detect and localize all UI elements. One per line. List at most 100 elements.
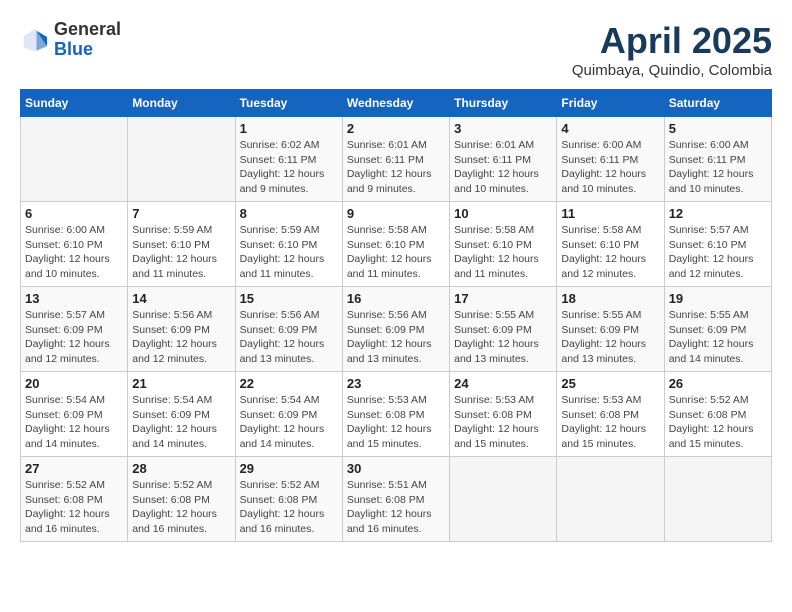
calendar-cell: 23 Sunrise: 5:53 AMSunset: 6:08 PMDayligh… — [342, 372, 449, 457]
calendar-cell — [450, 457, 557, 542]
calendar-cell: 2 Sunrise: 6:01 AMSunset: 6:11 PMDaylight… — [342, 117, 449, 202]
day-info: Sunrise: 5:57 AMSunset: 6:10 PMDaylight:… — [669, 223, 767, 282]
calendar-cell: 27 Sunrise: 5:52 AMSunset: 6:08 PMDayligh… — [21, 457, 128, 542]
calendar-cell: 17 Sunrise: 5:55 AMSunset: 6:09 PMDayligh… — [450, 287, 557, 372]
calendar-cell — [21, 117, 128, 202]
day-number: 22 — [240, 376, 338, 391]
day-info: Sunrise: 5:52 AMSunset: 6:08 PMDaylight:… — [240, 478, 338, 537]
weekday-header: Monday — [128, 90, 235, 117]
page-header: General Blue April 2025 Quimbaya, Quindi… — [20, 20, 772, 79]
day-number: 14 — [132, 291, 230, 306]
day-number: 10 — [454, 206, 552, 221]
calendar-header-row: SundayMondayTuesdayWednesdayThursdayFrid… — [21, 90, 772, 117]
week-row: 27 Sunrise: 5:52 AMSunset: 6:08 PMDayligh… — [21, 457, 772, 542]
day-info: Sunrise: 5:54 AMSunset: 6:09 PMDaylight:… — [240, 393, 338, 452]
day-info: Sunrise: 5:58 AMSunset: 6:10 PMDaylight:… — [561, 223, 659, 282]
calendar-cell — [128, 117, 235, 202]
week-row: 13 Sunrise: 5:57 AMSunset: 6:09 PMDayligh… — [21, 287, 772, 372]
calendar-cell: 20Sunrise: 5:54 AMSunset: 6:09 PMDayligh… — [21, 372, 128, 457]
week-row: 20 Sunrise: 5:54 AMSunset: 6:09 PMDayligh… — [21, 372, 772, 457]
weekday-header: Tuesday — [235, 90, 342, 117]
weekday-header: Thursday — [450, 90, 557, 117]
day-number: 3 — [454, 121, 552, 136]
day-number: 4 — [561, 121, 659, 136]
day-info: Sunrise: 5:58 AMSunset: 6:10 PMDaylight:… — [454, 223, 552, 282]
day-number: 23 — [347, 376, 445, 391]
calendar-cell: 13 Sunrise: 5:57 AMSunset: 6:09 PMDayligh… — [21, 287, 128, 372]
day-number: 17 — [454, 291, 552, 306]
location-subtitle: Quimbaya, Quindio, Colombia — [572, 62, 772, 79]
calendar-cell: 15 Sunrise: 5:56 AMSunset: 6:09 PMDayligh… — [235, 287, 342, 372]
weekday-header: Wednesday — [342, 90, 449, 117]
day-number: 26 — [669, 376, 767, 391]
day-info: Sunrise: 6:01 AMSunset: 6:11 PMDaylight:… — [347, 138, 445, 197]
calendar-cell: 22 Sunrise: 5:54 AMSunset: 6:09 PMDayligh… — [235, 372, 342, 457]
day-number: 27 — [25, 461, 123, 476]
week-row: 1 Sunrise: 6:02 AMSunset: 6:11 PMDaylight… — [21, 117, 772, 202]
day-info: Sunrise: 5:58 AMSunset: 6:10 PMDaylight:… — [347, 223, 445, 282]
day-info: Sunrise: 6:00 AMSunset: 6:11 PMDaylight:… — [561, 138, 659, 197]
day-number: 1 — [240, 121, 338, 136]
calendar-cell: 10 Sunrise: 5:58 AMSunset: 6:10 PMDayligh… — [450, 202, 557, 287]
day-number: 13 — [25, 291, 123, 306]
day-info: Sunrise: 5:59 AMSunset: 6:10 PMDaylight:… — [240, 223, 338, 282]
day-info: Sunrise: 5:55 AMSunset: 6:09 PMDaylight:… — [561, 308, 659, 367]
calendar-cell: 28Sunrise: 5:52 AMSunset: 6:08 PMDayligh… — [128, 457, 235, 542]
month-title: April 2025 — [572, 20, 772, 62]
calendar-cell: 21Sunrise: 5:54 AMSunset: 6:09 PMDayligh… — [128, 372, 235, 457]
day-number: 19 — [669, 291, 767, 306]
day-info: Sunrise: 5:55 AMSunset: 6:09 PMDaylight:… — [454, 308, 552, 367]
day-number: 6 — [25, 206, 123, 221]
day-number: 20 — [25, 376, 123, 391]
day-info: Sunrise: 6:01 AMSunset: 6:11 PMDaylight:… — [454, 138, 552, 197]
calendar-cell: 8 Sunrise: 5:59 AMSunset: 6:10 PMDaylight… — [235, 202, 342, 287]
logo-icon — [20, 25, 50, 55]
day-info: Sunrise: 5:52 AMSunset: 6:08 PMDaylight:… — [25, 478, 123, 537]
calendar-cell: 26 Sunrise: 5:52 AMSunset: 6:08 PMDayligh… — [664, 372, 771, 457]
day-number: 29 — [240, 461, 338, 476]
day-info: Sunrise: 5:59 AMSunset: 6:10 PMDaylight:… — [132, 223, 230, 282]
calendar-cell: 4 Sunrise: 6:00 AMSunset: 6:11 PMDaylight… — [557, 117, 664, 202]
day-number: 9 — [347, 206, 445, 221]
day-number: 8 — [240, 206, 338, 221]
day-number: 15 — [240, 291, 338, 306]
day-info: Sunrise: 5:54 AMSunset: 6:09 PMDaylight:… — [132, 393, 230, 452]
day-info: Sunrise: 6:00 AMSunset: 6:11 PMDaylight:… — [669, 138, 767, 197]
day-number: 7 — [132, 206, 230, 221]
title-area: April 2025 Quimbaya, Quindio, Colombia — [572, 20, 772, 79]
logo-general: General — [54, 20, 121, 40]
day-info: Sunrise: 5:53 AMSunset: 6:08 PMDaylight:… — [347, 393, 445, 452]
calendar-cell: 24 Sunrise: 5:53 AMSunset: 6:08 PMDayligh… — [450, 372, 557, 457]
day-number: 25 — [561, 376, 659, 391]
day-number: 2 — [347, 121, 445, 136]
day-number: 24 — [454, 376, 552, 391]
calendar-cell: 7 Sunrise: 5:59 AMSunset: 6:10 PMDaylight… — [128, 202, 235, 287]
logo: General Blue — [20, 20, 121, 60]
day-info: Sunrise: 5:53 AMSunset: 6:08 PMDaylight:… — [454, 393, 552, 452]
day-info: Sunrise: 5:52 AMSunset: 6:08 PMDaylight:… — [669, 393, 767, 452]
day-info: Sunrise: 5:56 AMSunset: 6:09 PMDaylight:… — [347, 308, 445, 367]
calendar-cell: 25 Sunrise: 5:53 AMSunset: 6:08 PMDayligh… — [557, 372, 664, 457]
calendar-cell: 30Sunrise: 5:51 AMSunset: 6:08 PMDayligh… — [342, 457, 449, 542]
calendar-cell: 5Sunrise: 6:00 AMSunset: 6:11 PMDaylight… — [664, 117, 771, 202]
week-row: 6 Sunrise: 6:00 AMSunset: 6:10 PMDaylight… — [21, 202, 772, 287]
day-info: Sunrise: 5:56 AMSunset: 6:09 PMDaylight:… — [240, 308, 338, 367]
day-info: Sunrise: 5:51 AMSunset: 6:08 PMDaylight:… — [347, 478, 445, 537]
day-info: Sunrise: 5:53 AMSunset: 6:08 PMDaylight:… — [561, 393, 659, 452]
day-number: 12 — [669, 206, 767, 221]
calendar-cell — [557, 457, 664, 542]
logo-blue: Blue — [54, 40, 121, 60]
calendar-cell: 16Sunrise: 5:56 AMSunset: 6:09 PMDayligh… — [342, 287, 449, 372]
calendar-cell: 9 Sunrise: 5:58 AMSunset: 6:10 PMDaylight… — [342, 202, 449, 287]
calendar-cell: 6 Sunrise: 6:00 AMSunset: 6:10 PMDaylight… — [21, 202, 128, 287]
day-info: Sunrise: 5:57 AMSunset: 6:09 PMDaylight:… — [25, 308, 123, 367]
calendar-cell: 12 Sunrise: 5:57 AMSunset: 6:10 PMDayligh… — [664, 202, 771, 287]
weekday-header: Sunday — [21, 90, 128, 117]
day-info: Sunrise: 6:02 AMSunset: 6:11 PMDaylight:… — [240, 138, 338, 197]
day-info: Sunrise: 6:00 AMSunset: 6:10 PMDaylight:… — [25, 223, 123, 282]
calendar-cell: 18Sunrise: 5:55 AMSunset: 6:09 PMDayligh… — [557, 287, 664, 372]
day-info: Sunrise: 5:52 AMSunset: 6:08 PMDaylight:… — [132, 478, 230, 537]
day-info: Sunrise: 5:56 AMSunset: 6:09 PMDaylight:… — [132, 308, 230, 367]
calendar-cell: 29 Sunrise: 5:52 AMSunset: 6:08 PMDayligh… — [235, 457, 342, 542]
calendar-cell: 19Sunrise: 5:55 AMSunset: 6:09 PMDayligh… — [664, 287, 771, 372]
